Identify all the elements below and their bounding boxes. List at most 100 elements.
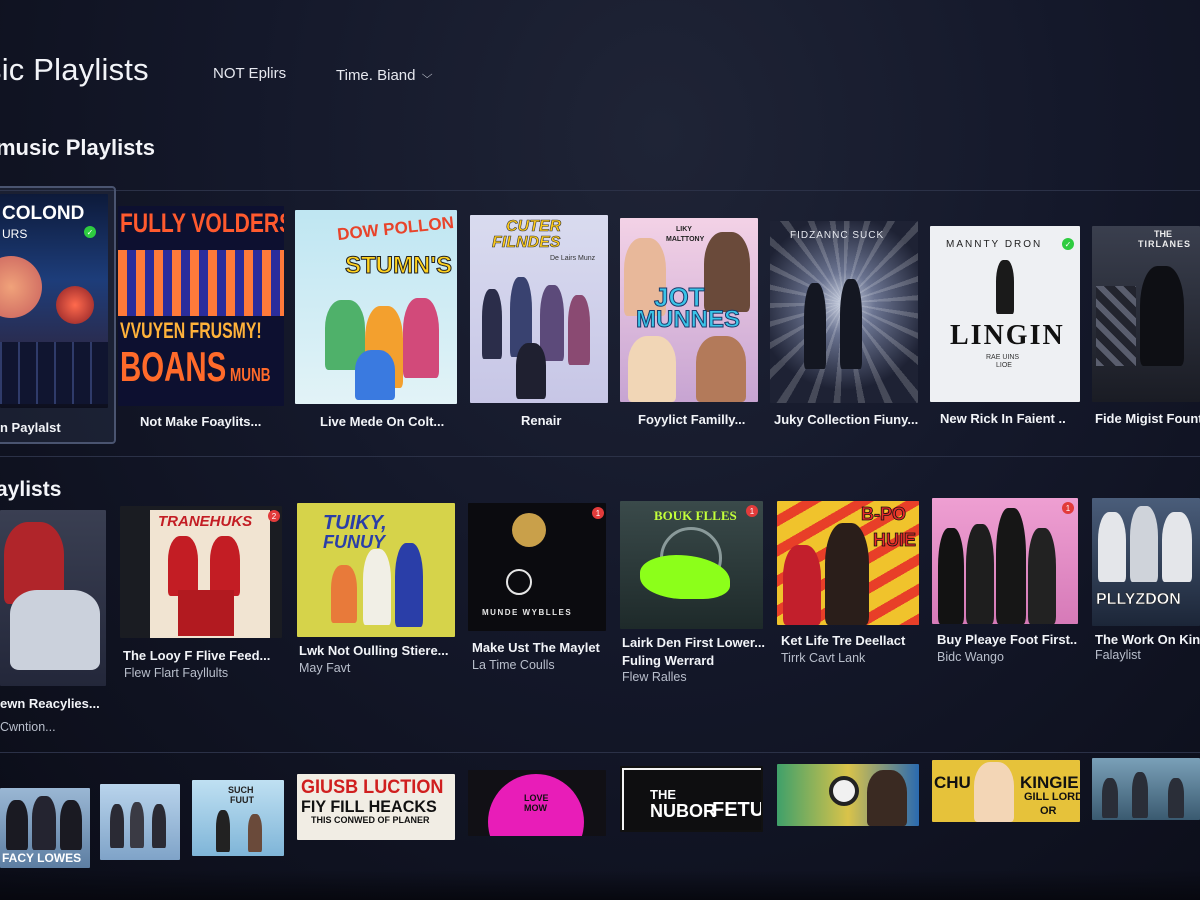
person-graphic bbox=[1132, 772, 1148, 818]
cover-text: GILL LORD bbox=[1024, 791, 1080, 803]
cover-text: COLOND bbox=[2, 203, 85, 224]
playlist-card[interactable]: PLLYZDON The Work On Kinls Falaylist bbox=[1092, 498, 1200, 668]
playlist-card[interactable]: LOVE MOW bbox=[468, 770, 608, 836]
shards-graphic bbox=[1096, 286, 1136, 366]
cover-text: RAE UINS bbox=[986, 354, 1020, 361]
playlist-card[interactable]: SUCH FUUT bbox=[192, 780, 284, 856]
person-graphic bbox=[168, 536, 198, 596]
cover-text: VVUYEN FRUSMY! bbox=[120, 318, 262, 343]
divider bbox=[0, 752, 1200, 753]
playlist-card[interactable]: GIUSB LUCTION FIY FILL HEACKS THIS CONWE… bbox=[297, 774, 457, 840]
playlist-cover bbox=[100, 784, 180, 860]
playlist-subtitle: Tirrk Cavt Lank bbox=[781, 651, 866, 665]
person-graphic bbox=[804, 283, 826, 369]
person-graphic bbox=[1140, 266, 1184, 366]
planet-graphic bbox=[0, 256, 42, 318]
cover-text: MUNDE WYBLLES bbox=[482, 608, 573, 617]
playlist-card[interactable]: LIKY MALTTONY JOT MUNNES Foyylict Famill… bbox=[620, 218, 758, 432]
person-graphic bbox=[395, 543, 423, 627]
cover-text: KINGIE bbox=[1020, 773, 1079, 792]
playlist-card[interactable]: 1 Buy Pleaye Foot First.. Bidc Wango bbox=[932, 498, 1080, 668]
cover-text: STUMN'S bbox=[344, 252, 453, 279]
playlist-card[interactable] bbox=[100, 784, 180, 860]
notification-badge-icon: 2 bbox=[268, 510, 280, 522]
playlist-card[interactable]: FIDZANNC SUCK Juky Collection Fiuny... bbox=[770, 221, 918, 433]
playlist-cover: MUNDE WYBLLES 1 bbox=[468, 503, 606, 631]
playlist-card[interactable]: THE TIRLANES Fide Migist Fount bbox=[1092, 226, 1200, 432]
playlist-subtitle: Flew Ralles bbox=[622, 670, 687, 684]
filter-button[interactable]: NOT Eplirs bbox=[213, 65, 286, 82]
playlist-cover: CHU KINGIE GILL LORD OR bbox=[932, 760, 1080, 822]
playlist-card[interactable]: DOW POLLON STUMN'S Live Mede On Colt... bbox=[295, 210, 457, 434]
cover-text: HUIE bbox=[873, 530, 917, 550]
playlist-cover: FULLY VOLDERS VVUYEN FRUSMY! BOANS MUNB bbox=[118, 206, 284, 406]
cover-text: FIDZANNC SUCK bbox=[790, 230, 885, 241]
playlist-card[interactable]: MANNTY DRON ✓ LINGIN RAE UINS LIOE New R… bbox=[930, 226, 1080, 432]
playlist-cover: FACY LOWES bbox=[0, 788, 90, 868]
person-graphic bbox=[696, 336, 746, 402]
cover-text: FETUM bbox=[712, 799, 763, 821]
sort-dropdown[interactable]: Time. Biand ⌵ bbox=[336, 67, 433, 84]
cover-text: De Lairs Munz bbox=[550, 255, 596, 262]
character-graphic bbox=[540, 285, 564, 361]
person-graphic bbox=[938, 528, 964, 624]
character-graphic bbox=[403, 298, 439, 378]
playlist-title: New Rick In Faient .. bbox=[940, 411, 1066, 426]
bottom-vignette bbox=[0, 870, 1200, 900]
playlist-card[interactable] bbox=[1092, 758, 1200, 820]
person-graphic bbox=[210, 536, 240, 596]
playlist-card[interactable]: CHU KINGIE GILL LORD OR bbox=[932, 760, 1080, 822]
playlist-title: Fide Migist Fount bbox=[1095, 411, 1200, 426]
person-graphic bbox=[331, 565, 357, 623]
playlist-card[interactable]: TRANEHUKS 2 The Looy F Flive Feed... Fle… bbox=[120, 506, 284, 682]
playlist-title: n Paylalst bbox=[0, 420, 61, 435]
playlist-card[interactable]: FACY LOWES bbox=[0, 788, 90, 868]
badge-icon: ✓ bbox=[1062, 238, 1074, 250]
person-graphic bbox=[60, 800, 82, 850]
playlist-card[interactable]: ewn Reacylies... Cwntion... bbox=[0, 510, 108, 740]
playlist-card[interactable]: COLOND URS ✓ n Paylalst bbox=[0, 186, 116, 444]
playlist-card[interactable]: CUTER FILNDES De Lairs Munz Renair bbox=[470, 215, 608, 433]
playlist-cover: THE NUBOR FETUM bbox=[620, 766, 763, 832]
playlist-card[interactable]: THE NUBOR FETUM bbox=[620, 766, 765, 832]
cover-text: MUNNES bbox=[635, 306, 741, 333]
cover-text: FUUT bbox=[230, 795, 254, 805]
person-graphic bbox=[628, 336, 676, 402]
playlist-title: Buy Pleaye Foot First.. bbox=[937, 632, 1078, 647]
person-graphic bbox=[216, 810, 230, 852]
cover-text: THE bbox=[1154, 229, 1172, 239]
playlist-title: The Looy F Flive Feed... bbox=[123, 648, 271, 663]
cover-text: OR bbox=[1040, 805, 1057, 817]
playlist-cover: DOW POLLON STUMN'S bbox=[295, 210, 457, 404]
playlist-title: Make Ust The Maylet bbox=[472, 640, 600, 655]
emblem-graphic bbox=[506, 569, 532, 595]
playlist-subtitle: May Favt bbox=[299, 661, 351, 675]
playlist-cover: CUTER FILNDES De Lairs Munz bbox=[470, 215, 608, 403]
playlist-card[interactable] bbox=[777, 764, 919, 826]
playlist-cover: 1 bbox=[932, 498, 1078, 624]
cover-text: TUIKY, bbox=[323, 512, 387, 534]
playlist-card[interactable]: BOUK FLLES 1 Lairk Den First Lower... Fu… bbox=[620, 501, 765, 687]
playlist-title: Lairk Den First Lower... bbox=[622, 635, 765, 650]
person-graphic bbox=[996, 508, 1026, 624]
cover-text: LINGIN bbox=[950, 320, 1065, 351]
playlist-cover: TRANEHUKS 2 bbox=[120, 506, 282, 638]
cover-text: NUBOR bbox=[650, 801, 716, 821]
person-graphic bbox=[248, 814, 262, 852]
person-graphic bbox=[704, 232, 750, 312]
playlist-card[interactable]: B-PO HUIE Ket Life Tre Deellact Tirrk Ca… bbox=[777, 501, 919, 671]
playlist-card[interactable]: TUIKY, FUNUY Lwk Not Oulling Stiere... M… bbox=[297, 503, 457, 679]
playlist-title: Lwk Not Oulling Stiere... bbox=[299, 643, 449, 658]
playlist-cover: PLLYZDON bbox=[1092, 498, 1200, 626]
playlist-cover: MANNTY DRON ✓ LINGIN RAE UINS LIOE bbox=[930, 226, 1080, 402]
divider bbox=[0, 456, 1200, 457]
playlist-card[interactable]: FULLY VOLDERS VVUYEN FRUSMY! BOANS MUNB … bbox=[118, 206, 284, 436]
playlist-cover: SUCH FUUT bbox=[192, 780, 284, 856]
person-graphic bbox=[363, 549, 391, 625]
playlist-card[interactable]: MUNDE WYBLLES 1 Make Ust The Maylet La T… bbox=[468, 503, 608, 677]
person-graphic bbox=[966, 524, 994, 624]
cover-text: FIY FILL HEACKS bbox=[301, 797, 437, 816]
playlist-cover bbox=[777, 764, 919, 826]
person-graphic bbox=[840, 279, 862, 369]
page-title: sic Playlists bbox=[0, 52, 149, 87]
